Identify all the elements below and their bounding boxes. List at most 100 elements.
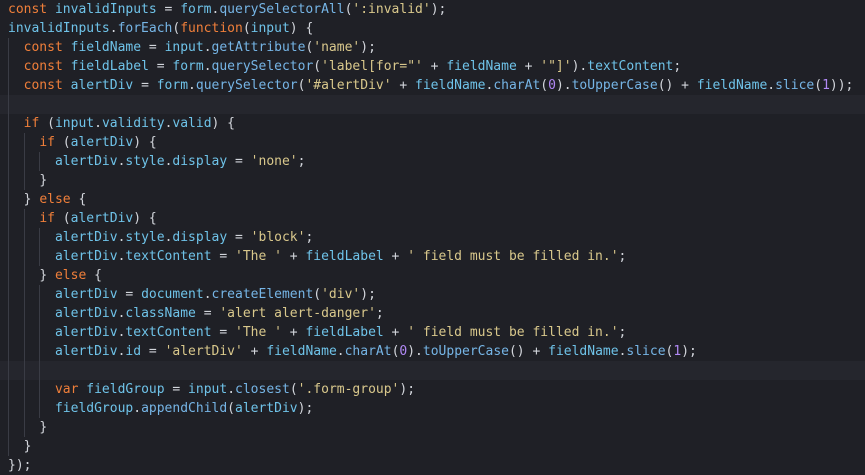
code-token: = xyxy=(141,40,165,55)
code-token: . xyxy=(109,21,118,36)
code-token: + xyxy=(391,78,416,93)
code-text: alertDiv.id = 'alertDiv' + fieldName.cha… xyxy=(8,344,697,359)
code-token: const xyxy=(23,78,71,93)
code-token: + xyxy=(281,325,306,340)
code-token: = xyxy=(211,249,235,264)
code-line[interactable]: const fieldLabel = form.querySelector('l… xyxy=(0,57,865,76)
code-token: function xyxy=(180,21,243,36)
code-token: . xyxy=(227,382,236,397)
code-token: slice xyxy=(775,78,815,93)
code-token: = xyxy=(156,2,181,17)
code-token: fieldName xyxy=(70,40,142,55)
code-token: ); xyxy=(430,2,447,17)
code-token: ) { xyxy=(211,116,236,131)
code-token: ); xyxy=(360,40,376,55)
code-token: else xyxy=(54,268,87,283)
code-text: }); xyxy=(8,458,31,473)
code-token: querySelector xyxy=(195,78,298,93)
code-token: input xyxy=(250,21,290,36)
code-token: { xyxy=(86,268,102,283)
code-token: = xyxy=(227,154,251,169)
code-token: 'The ' xyxy=(235,325,282,340)
code-token: invalidInputs xyxy=(8,21,110,36)
code-line[interactable]: } else { xyxy=(0,266,865,285)
code-text: } xyxy=(8,420,47,435)
code-line[interactable]: if (alertDiv) { xyxy=(0,133,865,152)
code-line[interactable]: } xyxy=(0,437,865,456)
code-token: validity xyxy=(101,116,165,131)
code-text: var fieldGroup = input.closest('.form-gr… xyxy=(8,382,415,397)
code-text: alertDiv = document.createElement('div')… xyxy=(8,287,376,302)
code-token: closest xyxy=(235,382,290,397)
code-token: querySelector xyxy=(211,59,314,74)
code-token: input xyxy=(164,40,204,55)
code-token: 1 xyxy=(822,78,830,93)
code-token: + xyxy=(242,344,267,359)
code-text: fieldGroup.appendChild(alertDiv); xyxy=(8,401,313,416)
code-line[interactable]: alertDiv.className = 'alert alert-danger… xyxy=(0,304,865,323)
code-line[interactable]: } xyxy=(0,171,865,190)
code-token: . xyxy=(203,40,212,55)
code-token: ; xyxy=(618,249,627,264)
code-token: charAt xyxy=(344,344,392,359)
code-line[interactable]: alertDiv.style.display = 'none'; xyxy=(0,152,865,171)
code-token: 'The ' xyxy=(235,249,282,264)
code-line[interactable]: invalidInputs.forEach(function(input) { xyxy=(0,19,865,38)
code-line[interactable]: if (alertDiv) { xyxy=(0,209,865,228)
code-line[interactable]: fieldGroup.appendChild(alertDiv); xyxy=(0,399,865,418)
code-token: ' field must be filled in.' xyxy=(407,249,619,264)
code-text: alertDiv.style.display = 'none'; xyxy=(8,154,306,169)
code-text: invalidInputs.forEach(function(input) { xyxy=(8,21,313,36)
code-token: }); xyxy=(8,458,32,473)
code-token: ; xyxy=(673,59,682,74)
code-text: if (input.validity.valid) { xyxy=(8,116,235,131)
code-token: = xyxy=(227,230,251,245)
code-text: } xyxy=(8,439,32,454)
code-line[interactable]: alertDiv = document.createElement('div')… xyxy=(0,285,865,304)
code-token: if xyxy=(39,135,63,150)
code-token: if xyxy=(39,211,63,226)
code-line[interactable] xyxy=(0,95,865,114)
code-token: } xyxy=(39,268,55,283)
code-token: + xyxy=(516,59,541,74)
code-token: . xyxy=(94,116,102,131)
code-token: = xyxy=(211,325,235,340)
code-line[interactable]: const invalidInputs = form.querySelector… xyxy=(0,0,865,19)
code-line[interactable]: if (input.validity.valid) { xyxy=(0,114,865,133)
code-line[interactable]: alertDiv.textContent = 'The ' + fieldLab… xyxy=(0,247,865,266)
code-token: 'alert alert-danger' xyxy=(219,306,376,321)
code-line[interactable]: const alertDiv = form.querySelector('#al… xyxy=(0,76,865,95)
code-token: . xyxy=(133,401,142,416)
code-line[interactable]: alertDiv.style.display = 'block'; xyxy=(0,228,865,247)
code-line[interactable]: const fieldName = input.getAttribute('na… xyxy=(0,38,865,57)
code-token: style xyxy=(125,230,165,245)
code-text: if (alertDiv) { xyxy=(8,135,156,150)
code-token: alertDiv xyxy=(54,230,118,245)
code-line[interactable]: }); xyxy=(0,456,865,475)
code-token: ); xyxy=(399,382,416,397)
code-token: '"]' xyxy=(540,59,572,74)
code-token: toUpperCase xyxy=(422,344,509,359)
code-token: . xyxy=(336,344,345,359)
code-token: 'none' xyxy=(250,154,298,169)
code-line[interactable]: var fieldGroup = input.closest('.form-gr… xyxy=(0,380,865,399)
code-token: = xyxy=(141,344,165,359)
code-line[interactable]: } xyxy=(0,418,865,437)
code-line[interactable] xyxy=(0,361,865,380)
code-token: } xyxy=(39,173,48,188)
code-text: } xyxy=(8,173,47,188)
code-token: ; xyxy=(297,154,306,169)
code-editor[interactable]: const invalidInputs = form.querySelector… xyxy=(0,0,865,474)
code-line[interactable]: } else { xyxy=(0,190,865,209)
code-token: ). xyxy=(407,344,423,359)
code-token: id xyxy=(125,344,142,359)
code-line[interactable]: alertDiv.id = 'alertDiv' + fieldName.cha… xyxy=(0,342,865,361)
code-token: document xyxy=(141,287,204,302)
code-token: fieldName xyxy=(548,344,619,359)
code-token: alertDiv xyxy=(70,135,134,150)
code-line[interactable]: alertDiv.textContent = 'The ' + fieldLab… xyxy=(0,323,865,342)
code-token: ( xyxy=(289,382,298,397)
code-token: 'alertDiv' xyxy=(164,344,243,359)
code-token: ( xyxy=(227,401,235,416)
